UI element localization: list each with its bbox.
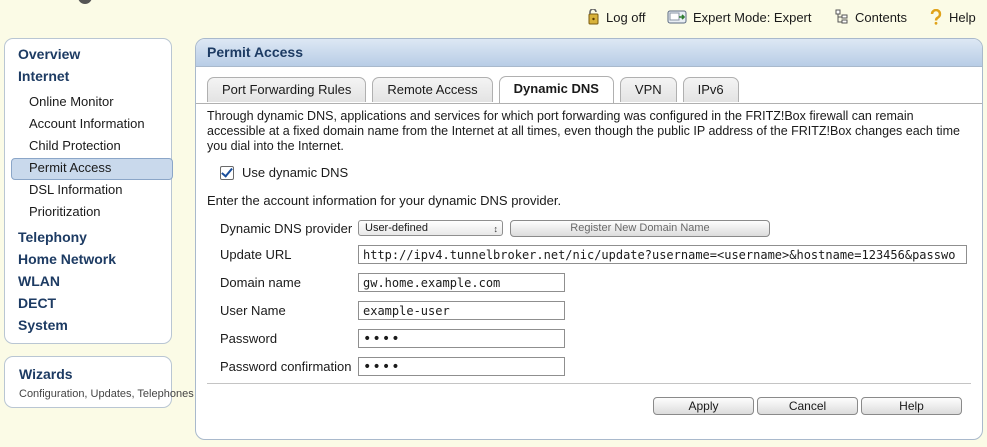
help-icon [929,9,943,25]
sidebar-item-dsl-information[interactable]: DSL Information [29,182,122,197]
sidebar-item-child-protection[interactable]: Child Protection [29,138,121,153]
panel-header: Permit Access [196,39,982,67]
cancel-button[interactable]: Cancel [757,397,858,415]
intro-text: Through dynamic DNS, applications and se… [207,109,960,153]
provider-select[interactable]: User-defined ↕ [358,220,503,236]
expert-mode-link[interactable]: Expert Mode: Expert [667,9,812,25]
sidebar-item-telephony[interactable]: Telephony [18,229,87,245]
tab-bar: Port Forwarding Rules Remote Access Dyna… [207,76,745,103]
tab-port-forwarding-rules[interactable]: Port Forwarding Rules [207,77,367,102]
contents-icon [835,9,849,25]
sidebar-item-internet[interactable]: Internet [18,68,69,84]
apply-button[interactable]: Apply [653,397,754,415]
form-separator [207,383,971,384]
wizards-box[interactable]: Wizards Configuration, Updates, Telephon… [4,356,194,408]
sidebar-item-home-network[interactable]: Home Network [18,251,116,267]
tab-divider [196,103,982,104]
password-label: Password [220,331,278,346]
user-name-field[interactable]: example-user [358,301,565,320]
use-ddns-checkbox[interactable] [220,165,234,180]
help-link[interactable]: Help [929,9,976,25]
password-field[interactable]: •••• [358,329,565,348]
password-confirm-label: Password confirmation [220,359,352,374]
main-panel: Permit Access Port Forwarding Rules Remo… [195,38,983,440]
tab-remote-access[interactable]: Remote Access [372,77,493,102]
password-confirm-field[interactable]: •••• [358,357,565,376]
wizards-title[interactable]: Wizards [19,366,73,382]
sidebar-navigation: Overview Internet Online Monitor Account… [4,38,173,344]
sidebar-item-account-information[interactable]: Account Information [29,116,145,131]
sidebar-item-online-monitor[interactable]: Online Monitor [29,94,114,109]
contents-link[interactable]: Contents [835,9,907,25]
logo-fragment [78,0,92,4]
tab-ipv6[interactable]: IPv6 [682,77,739,102]
provider-select-value: User-defined [365,222,428,234]
sidebar-item-prioritization[interactable]: Prioritization [29,204,101,219]
sidebar-item-overview[interactable]: Overview [18,46,80,62]
update-url-field[interactable]: http://ipv4.tunnelbroker.net/nic/update?… [358,245,967,264]
update-url-label: Update URL [220,247,292,262]
provider-label: Dynamic DNS provider [220,221,353,236]
logoff-link[interactable]: Log off [584,9,646,25]
domain-name-label: Domain name [220,275,301,290]
help-label: Help [949,9,976,25]
sidebar-item-wlan[interactable]: WLAN [18,273,60,289]
tab-dynamic-dns[interactable]: Dynamic DNS [498,76,614,103]
domain-name-field[interactable]: gw.home.example.com [358,273,565,292]
register-domain-button[interactable]: Register New Domain Name [510,220,770,237]
wizards-subtitle: Configuration, Updates, Telephones [19,388,194,400]
chevron-updown-icon: ↕ [493,224,499,234]
top-toolbar: Log off Expert Mode: Expert Contents Hel… [0,0,987,36]
help-button[interactable]: Help [861,397,962,415]
use-ddns-label: Use dynamic DNS [242,165,349,180]
account-info-hint: Enter the account information for your d… [207,193,562,208]
tab-vpn[interactable]: VPN [619,77,677,102]
logoff-icon [584,9,600,25]
expert-mode-label: Expert Mode: Expert [693,9,812,25]
sidebar-item-permit-access[interactable]: Permit Access [29,160,111,175]
expert-mode-icon [667,9,687,25]
sidebar-item-dect[interactable]: DECT [18,295,56,311]
sidebar-item-system[interactable]: System [18,317,68,333]
page-title: Permit Access [207,44,303,60]
logoff-label: Log off [606,9,646,25]
use-ddns-checkbox-row[interactable]: Use dynamic DNS [220,165,348,180]
user-name-label: User Name [220,303,286,318]
contents-label: Contents [855,9,908,25]
